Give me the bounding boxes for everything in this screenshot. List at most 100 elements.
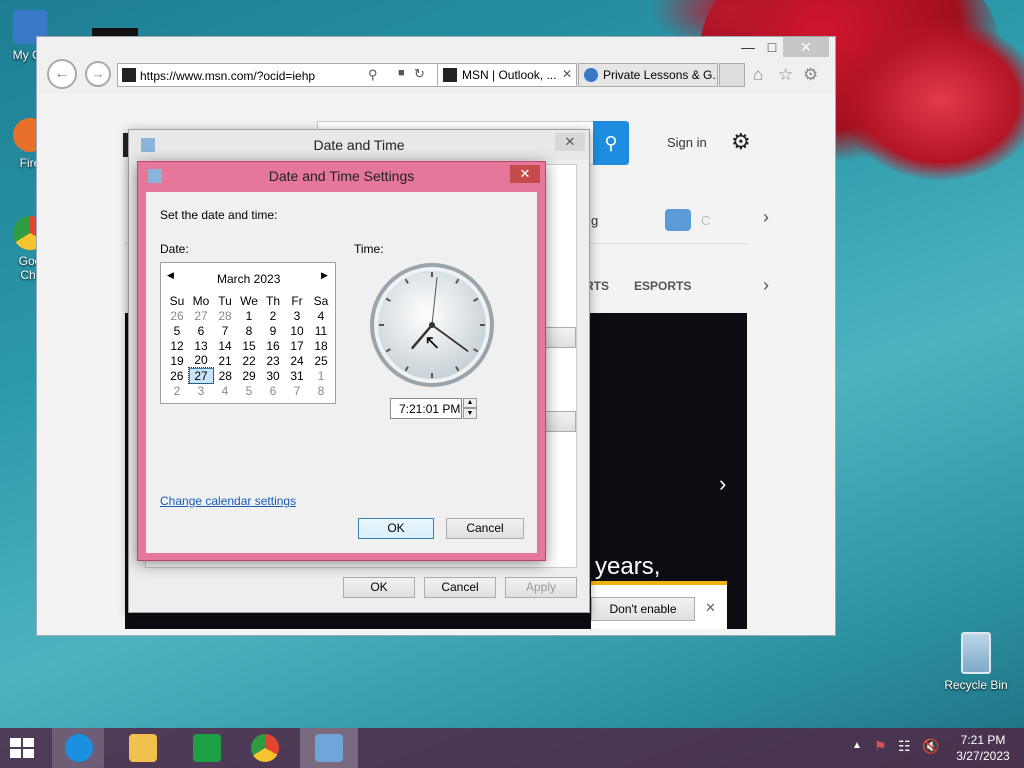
calendar-day[interactable]: 2 xyxy=(165,383,189,398)
dont-enable-button[interactable]: Don't enable xyxy=(591,597,695,621)
taskbar-internet-explorer[interactable] xyxy=(52,728,104,768)
calendar-day[interactable]: 15 xyxy=(237,338,261,353)
apply-button[interactable]: Apply xyxy=(505,577,577,598)
taskbar-file-explorer[interactable] xyxy=(116,728,168,768)
time-down-arrow-icon[interactable]: ▼ xyxy=(463,408,477,419)
weekday: Th xyxy=(265,293,280,308)
close-button[interactable]: ✕ xyxy=(510,165,540,183)
system-clock[interactable]: 7:21 PM 3/27/2023 xyxy=(948,733,1018,763)
taskbar-store[interactable] xyxy=(180,728,232,768)
calendar-day[interactable]: 26 xyxy=(165,368,189,383)
tab-msn[interactable]: MSN | Outlook, ... ✕ xyxy=(437,63,577,87)
calendar-day[interactable]: 14 xyxy=(213,338,237,353)
ok-button[interactable]: OK xyxy=(358,518,434,539)
calendar-day[interactable]: 22 xyxy=(237,353,261,368)
calendar-day[interactable]: 8 xyxy=(309,383,333,398)
calendar-day[interactable]: 4 xyxy=(309,308,333,323)
time-up-arrow-icon[interactable]: ▲ xyxy=(463,398,477,408)
calendar-day[interactable]: 21 xyxy=(213,353,237,368)
weekday: Mo xyxy=(192,293,210,308)
chevron-right-icon[interactable]: › xyxy=(763,275,769,296)
back-button[interactable]: ← xyxy=(47,59,77,89)
change-button-partial[interactable] xyxy=(542,327,576,348)
calendar-day[interactable]: 7 xyxy=(213,323,237,338)
search-button[interactable]: ⚲ xyxy=(593,121,629,165)
calendar-week: 12 13 14 15 16 17 18 xyxy=(165,338,333,353)
action-center-flag-icon[interactable]: ⚑ xyxy=(874,738,887,755)
cancel-button[interactable]: Cancel xyxy=(446,518,524,539)
close-button[interactable]: ✕ xyxy=(783,37,829,57)
calendar-day[interactable]: 6 xyxy=(189,323,213,338)
desktop-icon-recycle-bin[interactable]: Recycle Bin xyxy=(940,632,1012,692)
favorites-star-icon[interactable]: ☆ xyxy=(778,65,793,85)
calendar-day[interactable]: 3 xyxy=(189,383,213,398)
start-button[interactable] xyxy=(8,736,36,760)
calendar-month-title[interactable]: March 2023 xyxy=(217,272,280,286)
show-hidden-icons-icon[interactable]: ▲ xyxy=(852,740,862,751)
calendar-day[interactable]: 25 xyxy=(309,353,333,368)
calendar-day[interactable]: 5 xyxy=(165,323,189,338)
calendar-day[interactable]: 1 xyxy=(237,308,261,323)
calendar-day[interactable]: 16 xyxy=(261,338,285,353)
weekday: Tu xyxy=(218,293,232,308)
calendar[interactable]: ◀ March 2023 ▶ Su Mo Tu We Th Fr Sa 26 2… xyxy=(160,262,336,404)
calendar-day[interactable]: 8 xyxy=(237,323,261,338)
calendar-day[interactable]: 13 xyxy=(189,338,213,353)
settings-gear-icon[interactable]: ⚙ xyxy=(803,65,818,85)
change-calendar-settings-link[interactable]: Change calendar settings xyxy=(160,494,296,508)
calendar-day[interactable]: 18 xyxy=(309,338,333,353)
volume-muted-icon[interactable]: 🔇 xyxy=(922,738,939,755)
taskbar-chrome[interactable] xyxy=(238,728,290,768)
calendar-day[interactable]: 27 xyxy=(189,308,213,323)
calendar-day[interactable]: 29 xyxy=(237,368,261,383)
nav-partial-text: g xyxy=(591,213,599,228)
calendar-day[interactable]: 6 xyxy=(261,383,285,398)
tab-private-lessons[interactable]: Private Lessons & G... xyxy=(578,63,718,87)
change-button-partial[interactable] xyxy=(542,411,576,432)
calendar-day-selected[interactable]: 27 xyxy=(188,367,214,384)
calendar-day[interactable]: 5 xyxy=(237,383,261,398)
calendar-day[interactable]: 20 xyxy=(189,353,213,368)
taskbar-date-time[interactable] xyxy=(300,728,358,768)
close-icon[interactable]: ✕ xyxy=(705,600,716,616)
calendar-day[interactable]: 7 xyxy=(285,383,309,398)
home-icon[interactable]: ⌂ xyxy=(753,65,763,85)
calendar-day[interactable]: 17 xyxy=(285,338,309,353)
refresh-icon[interactable]: ↻ xyxy=(414,66,425,82)
previous-month-icon[interactable]: ◀ xyxy=(167,270,174,281)
cancel-button[interactable]: Cancel xyxy=(424,577,496,598)
sign-in-link[interactable]: Sign in xyxy=(667,135,707,150)
calendar-day[interactable]: 3 xyxy=(285,308,309,323)
calendar-day[interactable]: 1 xyxy=(309,368,333,383)
calendar-day[interactable]: 23 xyxy=(261,353,285,368)
calendar-day[interactable]: 24 xyxy=(285,353,309,368)
time-input[interactable]: 7:21:01 PM xyxy=(390,398,462,419)
calendar-day[interactable]: 9 xyxy=(261,323,285,338)
forward-button[interactable]: → xyxy=(85,61,111,87)
network-icon[interactable]: ☷ xyxy=(898,738,911,755)
search-icon[interactable]: ⚲ xyxy=(368,67,378,83)
calendar-day[interactable]: 31 xyxy=(285,368,309,383)
chevron-right-icon[interactable]: › xyxy=(763,207,769,228)
ok-button[interactable]: OK xyxy=(343,577,415,598)
calendar-day[interactable]: 4 xyxy=(213,383,237,398)
calendar-week: 26 27 28 29 30 31 1 xyxy=(165,367,333,384)
settings-gear-icon[interactable]: ⚙ xyxy=(731,129,751,155)
calendar-day[interactable]: 19 xyxy=(165,353,189,368)
calendar-day[interactable]: 26 xyxy=(165,308,189,323)
close-tab-icon[interactable]: ✕ xyxy=(562,67,572,81)
new-tab-button[interactable] xyxy=(719,63,745,87)
nav-item-esports[interactable]: ESPORTS xyxy=(634,279,691,293)
address-bar[interactable]: https://www.msn.com/?ocid=iehp ⚲ ■ ↻ xyxy=(117,63,471,87)
calendar-day[interactable]: 12 xyxy=(165,338,189,353)
calendar-day[interactable]: 28 xyxy=(213,308,237,323)
carousel-next-icon[interactable]: › xyxy=(719,471,726,497)
calendar-day[interactable]: 28 xyxy=(213,368,237,383)
calendar-day[interactable]: 11 xyxy=(309,323,333,338)
dialog-client-area: Set the date and time: Date: Time: ◀ Mar… xyxy=(146,192,537,553)
calendar-day[interactable]: 30 xyxy=(261,368,285,383)
calendar-day[interactable]: 10 xyxy=(285,323,309,338)
next-month-icon[interactable]: ▶ xyxy=(321,270,328,281)
calendar-day[interactable]: 2 xyxy=(261,308,285,323)
close-button[interactable]: ✕ xyxy=(555,133,585,151)
